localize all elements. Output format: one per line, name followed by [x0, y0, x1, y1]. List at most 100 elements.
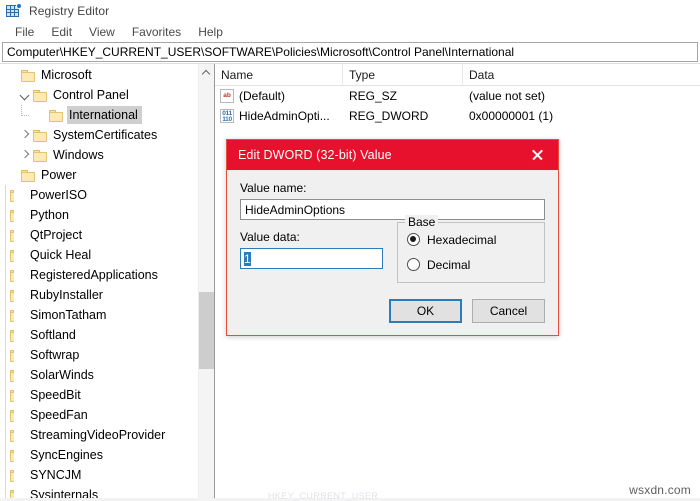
menu-item-edit[interactable]: Edit	[43, 24, 81, 40]
tree-item-windows[interactable]: Windows	[0, 145, 198, 165]
dword-value-icon: 011 110	[220, 109, 234, 123]
tree-guide-line	[5, 405, 6, 425]
tree-item-label: Microsoft	[41, 68, 92, 82]
tree-item-label: StreamingVideoProvider	[30, 428, 166, 442]
tree-item-speedfan[interactable]: SpeedFan	[0, 405, 198, 425]
folder-icon	[21, 69, 36, 82]
close-icon[interactable]	[518, 140, 558, 170]
tree-vertical-scrollbar[interactable]	[198, 64, 214, 501]
radio-hexadecimal[interactable]: Hexadecimal	[407, 229, 536, 250]
tree-item-label: Python	[30, 208, 69, 222]
base-radio-group: Base Hexadecimal Decimal	[397, 215, 545, 283]
column-header-name[interactable]: Name	[215, 64, 343, 85]
tree-item-label: Softland	[30, 328, 76, 342]
tree-item-python[interactable]: Python	[0, 205, 198, 225]
tree-item-registeredapplications[interactable]: RegisteredApplications	[0, 265, 198, 285]
folder-icon	[10, 289, 25, 302]
folder-icon	[10, 409, 25, 422]
tree-scrollbar-thumb[interactable]	[199, 292, 214, 369]
radio-decimal-label: Decimal	[427, 257, 471, 272]
tree-item-solarwinds[interactable]: SolarWinds	[0, 365, 198, 385]
site-watermark: wsxdn.com	[629, 483, 691, 497]
tree-guide-line	[5, 205, 6, 225]
tree-item-label: Softwrap	[30, 348, 80, 362]
tree-item-speedbit[interactable]: SpeedBit	[0, 385, 198, 405]
column-header-type[interactable]: Type	[343, 64, 463, 85]
chevron-down-icon[interactable]	[17, 87, 33, 103]
tree-item-power[interactable]: Power	[0, 165, 198, 185]
tree-guide-line	[5, 445, 6, 465]
tree-item-control-panel[interactable]: Control Panel	[0, 85, 198, 105]
tree-guide-line	[5, 325, 6, 345]
tree-item-systemcertificates[interactable]: SystemCertificates	[0, 125, 198, 145]
tree-item-softland[interactable]: Softland	[0, 325, 198, 345]
ok-button[interactable]: OK	[389, 299, 462, 323]
cancel-button[interactable]: Cancel	[472, 299, 545, 323]
radio-hexadecimal-indicator	[407, 233, 420, 246]
dialog-button-row: OK Cancel	[240, 299, 545, 323]
tree-item-rubyinstaller[interactable]: RubyInstaller	[0, 285, 198, 305]
dialog-middle-section: Value data: Base Hexadecimal Decimal	[240, 215, 545, 283]
table-row[interactable]: ab (Default) REG_SZ (value not set)	[215, 86, 700, 106]
tree-item-simontatham[interactable]: SimonTatham	[0, 305, 198, 325]
chevron-right-icon[interactable]	[17, 147, 33, 163]
dialog-body: Value name: Value data: Base Hexadecimal…	[227, 170, 558, 335]
tree-item-syncjm[interactable]: SYNCJM	[0, 465, 198, 485]
folder-icon	[10, 349, 25, 362]
folder-icon	[33, 149, 48, 162]
dialog-title: Edit DWORD (32-bit) Value	[238, 148, 392, 162]
menu-item-favorites[interactable]: Favorites	[124, 24, 190, 40]
tree-guide-line	[5, 285, 6, 305]
tree-item-qtproject[interactable]: QtProject	[0, 225, 198, 245]
tree-item-label: SYNCJM	[30, 468, 82, 482]
folder-icon	[10, 429, 25, 442]
title-bar: Registry Editor	[0, 0, 700, 22]
tree-item-syncengines[interactable]: SyncEngines	[0, 445, 198, 465]
value-name-input[interactable]	[240, 199, 545, 220]
tree-guide-line	[5, 365, 6, 385]
value-name: HideAdminOpti...	[239, 109, 330, 123]
tree-guide-line	[5, 465, 6, 485]
folder-icon	[10, 329, 25, 342]
folder-icon	[10, 269, 25, 282]
folder-icon	[10, 189, 25, 202]
menu-item-view[interactable]: View	[81, 24, 124, 40]
radio-decimal[interactable]: Decimal	[407, 254, 536, 275]
window-title: Registry Editor	[29, 4, 110, 18]
folder-icon	[21, 169, 36, 182]
tree-guide-line	[5, 185, 6, 205]
value-type: REG_DWORD	[349, 109, 429, 123]
table-row[interactable]: 011 110 HideAdminOpti... REG_DWORD 0x0000…	[215, 106, 700, 126]
tree-item-quick-heal[interactable]: Quick Heal	[0, 245, 198, 265]
radio-decimal-indicator	[407, 258, 420, 271]
tree-item-label: Quick Heal	[30, 248, 92, 262]
column-header-data[interactable]: Data	[463, 64, 700, 85]
address-bar-path: Computer\HKEY_CURRENT_USER\SOFTWARE\Poli…	[7, 45, 515, 59]
value-type: REG_SZ	[349, 89, 398, 103]
tree-item-label: SyncEngines	[30, 448, 103, 462]
folder-icon	[10, 229, 25, 242]
tree-item-softwrap[interactable]: Softwrap	[0, 345, 198, 365]
tree-item-label: Power	[41, 168, 77, 182]
folder-icon	[10, 249, 25, 262]
menu-item-help[interactable]: Help	[190, 24, 232, 40]
tree-guide-line	[5, 345, 6, 365]
tree-item-microsoft[interactable]: Microsoft	[0, 65, 198, 85]
registry-tree[interactable]: Microsoft Control Panel International Syste…	[0, 64, 198, 501]
tree-item-poweriso[interactable]: PowerISO	[0, 185, 198, 205]
tree-item-international[interactable]: International	[0, 105, 198, 125]
tree-item-streamingvideoprovider[interactable]: StreamingVideoProvider	[0, 425, 198, 445]
tree-item-label: SolarWinds	[30, 368, 94, 382]
value-data-column: Value data:	[240, 230, 383, 283]
tree-item-label: RegisteredApplications	[30, 268, 158, 282]
chevron-right-icon[interactable]	[17, 127, 33, 143]
menu-bar: File Edit View Favorites Help	[0, 22, 700, 42]
menu-item-file[interactable]: File	[7, 24, 43, 40]
scroll-up-arrow-icon[interactable]	[199, 64, 214, 80]
value-data-input[interactable]	[240, 248, 383, 269]
values-column-headers: Name Type Data	[215, 64, 700, 86]
tree-item-label: PowerISO	[30, 188, 87, 202]
address-bar[interactable]: Computer\HKEY_CURRENT_USER\SOFTWARE\Poli…	[2, 42, 698, 62]
tree-item-label: QtProject	[30, 228, 83, 242]
